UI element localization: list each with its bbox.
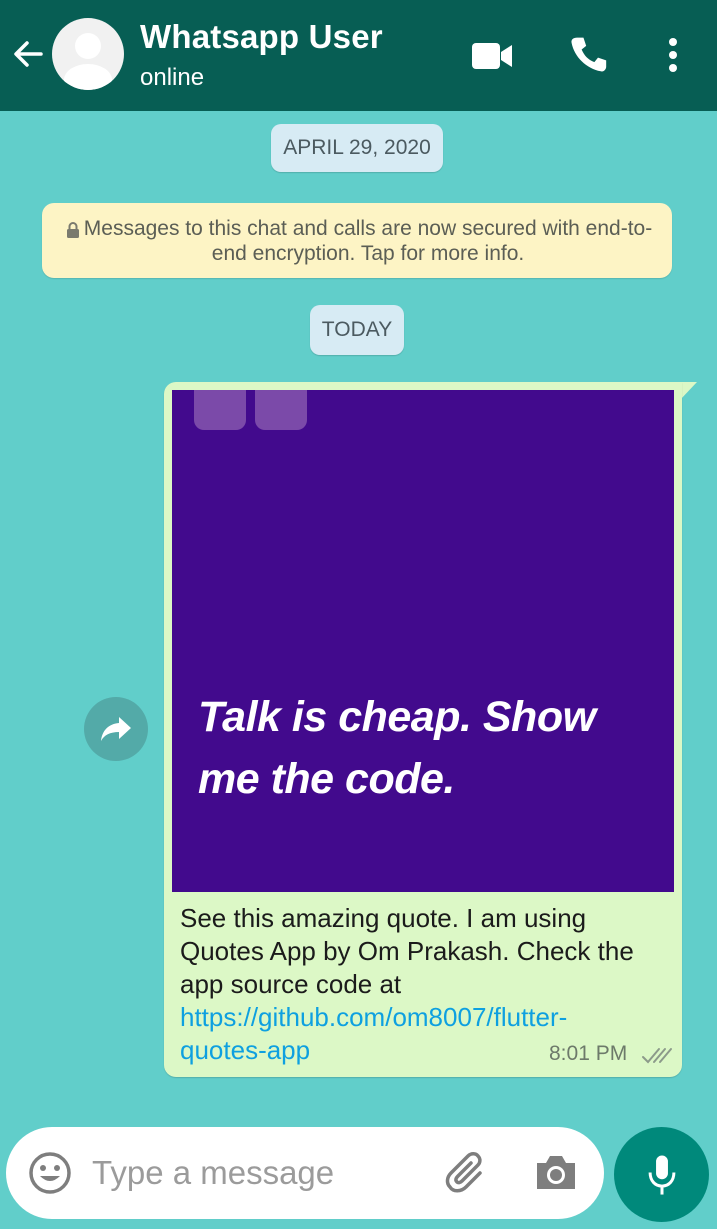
back-arrow-icon[interactable] (8, 34, 48, 74)
attach-icon[interactable] (444, 1151, 490, 1197)
chat-header: Whatsapp User online (0, 0, 717, 111)
quote-text: Talk is cheap. Show me the code. (198, 693, 596, 803)
video-call-icon[interactable] (470, 36, 514, 76)
outgoing-message-bubble[interactable]: Talk is cheap. Show me the code. See thi… (164, 382, 682, 1077)
message-link[interactable]: https://github.com/om8007/flutter-quotes… (180, 1002, 567, 1065)
message-input[interactable] (92, 1149, 432, 1197)
forward-button[interactable] (84, 697, 148, 761)
message-body: See this amazing quote. I am using Quote… (180, 903, 634, 999)
more-vert-icon[interactable] (651, 36, 695, 76)
contact-name[interactable]: Whatsapp User (140, 18, 383, 56)
mic-icon (648, 1154, 675, 1195)
chat-screen: Whatsapp User online APRIL 29, 2020 Mess… (0, 0, 717, 1229)
avatar[interactable] (52, 18, 124, 90)
double-check-icon (642, 1048, 672, 1064)
date-chip: APRIL 29, 2020 (271, 124, 443, 172)
quote-mark (255, 390, 307, 430)
voice-record-button[interactable] (614, 1127, 709, 1222)
message-composer (6, 1127, 604, 1219)
bubble-tail (680, 382, 697, 400)
avatar-placeholder-icon (64, 33, 112, 90)
emoji-icon[interactable] (28, 1151, 72, 1195)
camera-icon[interactable] (533, 1151, 579, 1195)
message-time: 8:01 PM (549, 1042, 628, 1065)
today-chip: TODAY (310, 305, 404, 355)
quote-mark (194, 390, 246, 430)
quote-image[interactable]: Talk is cheap. Show me the code. (172, 390, 674, 892)
forward-icon (101, 717, 131, 741)
lock-icon (67, 222, 79, 238)
contact-status: online (140, 64, 205, 91)
phone-icon[interactable] (566, 34, 610, 74)
encryption-notice[interactable]: Messages to this chat and calls are now … (42, 203, 672, 278)
